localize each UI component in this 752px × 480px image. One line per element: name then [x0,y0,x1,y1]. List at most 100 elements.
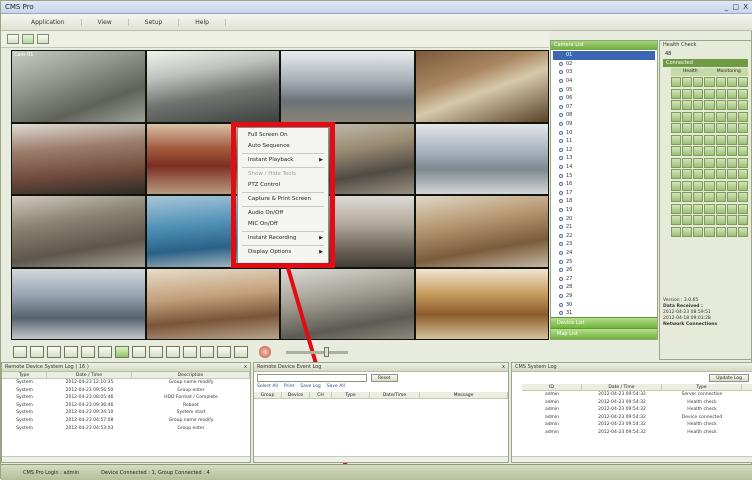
health-status-icon[interactable] [715,77,726,87]
video-tile[interactable] [146,51,279,122]
col-cms-type[interactable]: Type [662,384,742,390]
health-status-icon[interactable] [737,169,748,179]
camera-tree-item[interactable]: 14 [553,163,655,172]
camera-tree-item[interactable]: 10 [553,128,655,137]
device-list-button[interactable]: Device List [551,317,657,328]
health-status-icon[interactable] [671,157,682,168]
reset-button[interactable]: Reset [371,374,398,382]
camera-tree-item[interactable]: 26 [553,266,655,275]
print-link[interactable]: Print [284,384,294,392]
health-status-icon[interactable] [671,88,682,99]
layout-button[interactable] [132,346,146,358]
health-status-icon[interactable] [737,123,748,133]
video-tile[interactable] [415,196,548,267]
health-status-icon[interactable] [704,169,715,179]
camera-tree-item[interactable]: 04 [553,77,655,86]
health-status-icon[interactable] [704,123,715,133]
health-status-icon[interactable] [704,215,715,225]
layout-button[interactable] [81,346,95,358]
health-status-icon[interactable] [737,192,748,202]
health-status-icon[interactable] [682,157,693,168]
health-status-icon[interactable] [726,180,737,191]
health-status-icon[interactable] [671,134,682,145]
camera-tree-item[interactable]: 20 [553,214,655,223]
video-tile[interactable] [415,268,548,339]
camera-tree-item[interactable]: 09 [553,120,655,129]
camera-tree-item[interactable]: 23 [553,240,655,249]
health-status-icon[interactable] [682,111,693,122]
health-status-icon[interactable] [671,77,682,87]
health-status-icon[interactable] [726,146,737,156]
health-status-icon[interactable] [704,146,715,156]
health-status-icon[interactable] [704,134,715,145]
health-status-icon[interactable] [671,215,682,225]
health-status-icon[interactable] [715,203,726,214]
table-row[interactable]: System 2012-04-23 09:56:50 Group enter [2,387,250,395]
health-status-icon[interactable] [682,146,693,156]
camera-tree-item[interactable]: 15 [553,171,655,180]
table-row[interactable]: System 2012-04-23 09:34:10 System start [2,409,250,417]
health-status-icon[interactable] [693,100,704,110]
video-tile[interactable] [146,268,279,339]
health-status-icon[interactable] [682,226,693,237]
layout-icon[interactable] [22,34,34,44]
col-type[interactable]: Type [2,372,47,378]
table-row[interactable]: admin 2012-04-23 09:54:32 Health check [522,406,752,414]
health-status-icon[interactable] [715,180,726,191]
health-status-icon[interactable] [737,88,748,99]
health-status-icon[interactable] [671,226,682,237]
health-status-icon[interactable] [671,203,682,214]
camera-tree-item[interactable]: 05 [553,85,655,94]
health-status-icon[interactable] [704,157,715,168]
health-status-icon[interactable] [682,215,693,225]
health-status-icon[interactable] [693,77,704,87]
health-status-icon[interactable] [726,169,737,179]
window-controls[interactable]: _ □ X [725,3,749,11]
volume-slider[interactable] [286,346,348,357]
pane-close-icon[interactable]: x [502,363,505,372]
update-log-button[interactable]: Update Log [709,374,749,382]
menu-help[interactable]: Help [179,18,226,26]
camera-tree-item[interactable]: 29 [553,292,655,301]
video-tile[interactable] [12,123,145,194]
health-status-icon[interactable] [671,111,682,122]
select-all-link[interactable]: Select All [257,384,278,392]
health-status-icon[interactable] [737,100,748,110]
health-status-icon[interactable] [726,134,737,145]
layout-button[interactable] [149,346,163,358]
health-status-icon[interactable] [715,134,726,145]
health-status-icon[interactable] [737,77,748,87]
health-status-icon[interactable] [704,111,715,122]
video-tile[interactable] [415,51,548,122]
context-menu-item[interactable]: Instant Playback ▶ [238,155,328,166]
layout-button[interactable] [30,346,44,358]
camera-tree-item[interactable]: 17 [553,189,655,198]
table-row[interactable]: System 2012-04-23 04:57:08 Group name modi… [2,417,250,425]
health-status-icon[interactable] [693,226,704,237]
save-all-link[interactable]: Save All [327,384,345,392]
camera-tree-item[interactable]: 03 [553,68,655,77]
layout-button[interactable] [183,346,197,358]
camera-tree-item[interactable]: 11 [553,137,655,146]
camera-tree-item[interactable]: 12 [553,146,655,155]
camera-tree-item[interactable]: 30 [553,300,655,309]
health-status-icon[interactable] [726,88,737,99]
health-status-icon[interactable] [704,192,715,202]
health-status-icon[interactable] [726,203,737,214]
health-status-icon[interactable] [715,88,726,99]
video-tile[interactable] [12,268,145,339]
col-device[interactable]: Device [282,392,310,398]
menu-application[interactable]: Application [15,18,82,26]
health-status-icon[interactable] [693,123,704,133]
col-id[interactable]: ID [522,384,582,390]
health-status-icon[interactable] [726,215,737,225]
health-status-icon[interactable] [726,100,737,110]
table-row[interactable]: System 2012-04-23 08:05:46 HDD Format / Co… [2,394,250,402]
health-status-icon[interactable] [671,180,682,191]
context-menu-item[interactable]: Capture & Print Screen [238,194,328,205]
layout-button[interactable] [98,346,112,358]
video-tile[interactable]: Cam 01 [12,51,145,122]
health-status-icon[interactable] [737,215,748,225]
health-status-icon[interactable] [704,226,715,237]
layout-button[interactable] [200,346,214,358]
